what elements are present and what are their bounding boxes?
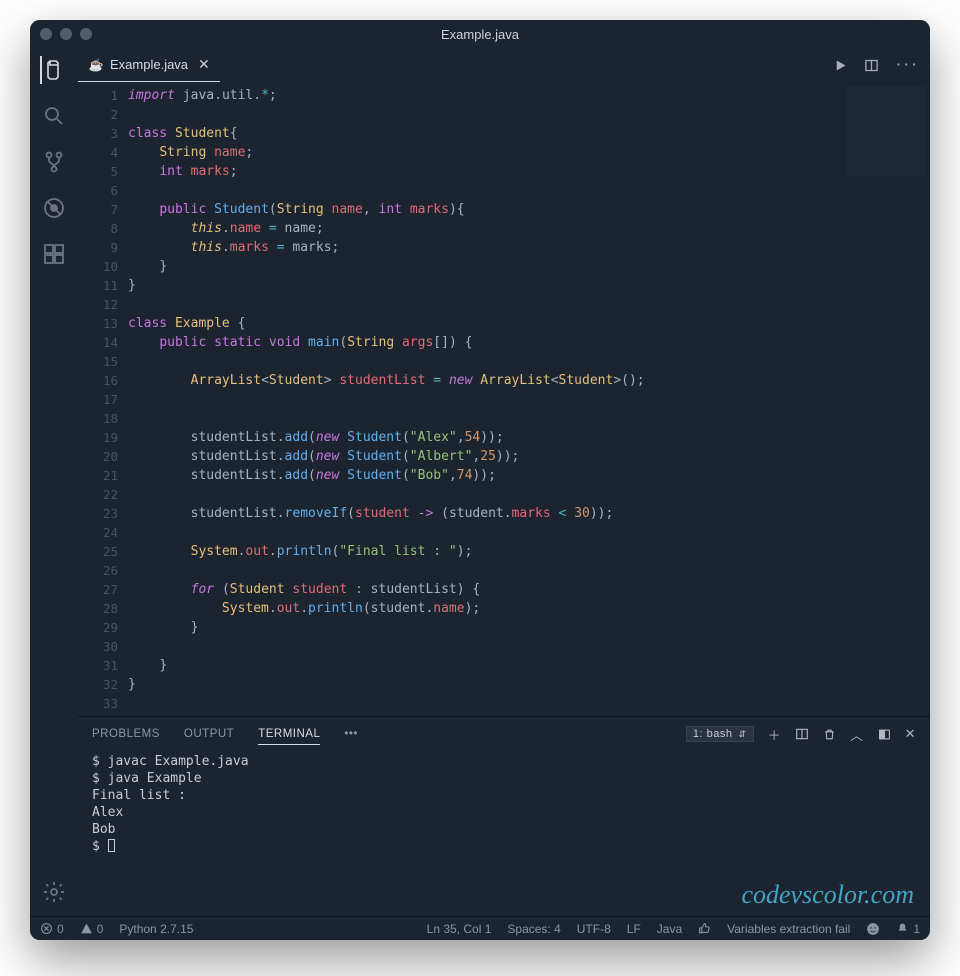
panel-tab-more-icon[interactable]: •••	[344, 724, 358, 744]
tab-actions: ···	[833, 48, 930, 82]
chevron-up-icon[interactable]: ︿	[850, 725, 864, 744]
explorer-icon[interactable]	[40, 56, 68, 84]
status-eol[interactable]: LF	[627, 922, 641, 936]
maximize-panel-icon[interactable]	[878, 728, 891, 741]
status-encoding[interactable]: UTF-8	[577, 922, 611, 936]
line-gutter: 1234567891011121314151617181920212223242…	[78, 82, 128, 716]
feedback-icon[interactable]	[866, 922, 880, 936]
split-editor-icon[interactable]	[864, 58, 879, 73]
notification-count: 1	[913, 922, 920, 936]
panel-tab-problems[interactable]: PROBLEMS	[92, 724, 160, 744]
titlebar: Example.java	[30, 20, 930, 48]
tab-label: Example.java	[110, 57, 188, 72]
status-cursor[interactable]: Ln 35, Col 1	[427, 922, 492, 936]
trash-icon[interactable]	[823, 728, 836, 741]
code-content[interactable]: import java.util.*; class Student{ Strin…	[128, 82, 930, 716]
watermark: codevscolor.com	[741, 880, 914, 910]
window-title: Example.java	[30, 27, 930, 42]
more-actions-icon[interactable]: ···	[895, 58, 918, 73]
status-warnings[interactable]: 0	[80, 922, 104, 936]
editor-window: Example.java	[30, 20, 930, 940]
terminal-selector[interactable]: 1: bash ⇵	[686, 726, 754, 742]
panel-tab-terminal[interactable]: TERMINAL	[258, 724, 320, 745]
panel-tabs: PROBLEMS OUTPUT TERMINAL ••• 1: bash ⇵ ＋	[78, 717, 930, 751]
source-control-icon[interactable]	[40, 148, 68, 176]
status-errors[interactable]: 0	[40, 922, 64, 936]
extensions-icon[interactable]	[40, 240, 68, 268]
thumbs-icon[interactable]	[698, 922, 711, 935]
java-file-icon: ☕	[88, 57, 104, 73]
status-bar: 0 0 Python 2.7.15 Ln 35, Col 1 Spaces: 4…	[30, 916, 930, 940]
activity-bar	[30, 48, 78, 916]
bottom-panel: PROBLEMS OUTPUT TERMINAL ••• 1: bash ⇵ ＋	[78, 716, 930, 916]
status-language[interactable]: Java	[657, 922, 682, 936]
split-terminal-icon[interactable]	[795, 727, 809, 741]
run-icon[interactable]	[833, 58, 848, 73]
tab-close-icon[interactable]: ✕	[198, 56, 210, 73]
status-indent[interactable]: Spaces: 4	[507, 922, 560, 936]
search-icon[interactable]	[40, 102, 68, 130]
code-editor[interactable]: 1234567891011121314151617181920212223242…	[78, 82, 930, 716]
terminal-selector-label: 1: bash	[693, 728, 733, 740]
error-count: 0	[57, 922, 64, 936]
debug-icon[interactable]	[40, 194, 68, 222]
new-terminal-icon[interactable]: ＋	[768, 725, 782, 744]
warning-count: 0	[97, 922, 104, 936]
status-python[interactable]: Python 2.7.15	[119, 922, 193, 936]
notifications-icon[interactable]: 1	[896, 922, 920, 936]
settings-icon[interactable]	[40, 878, 68, 906]
minimap[interactable]	[846, 86, 926, 176]
panel-tab-output[interactable]: OUTPUT	[184, 724, 234, 744]
status-message[interactable]: Variables extraction fail	[727, 922, 850, 936]
tab-example-java[interactable]: ☕ Example.java ✕	[78, 48, 220, 82]
editor-tabs: ☕ Example.java ✕ ···	[78, 48, 930, 82]
close-panel-icon[interactable]: ✕	[905, 726, 916, 742]
chevron-updown-icon: ⇵	[739, 729, 747, 740]
